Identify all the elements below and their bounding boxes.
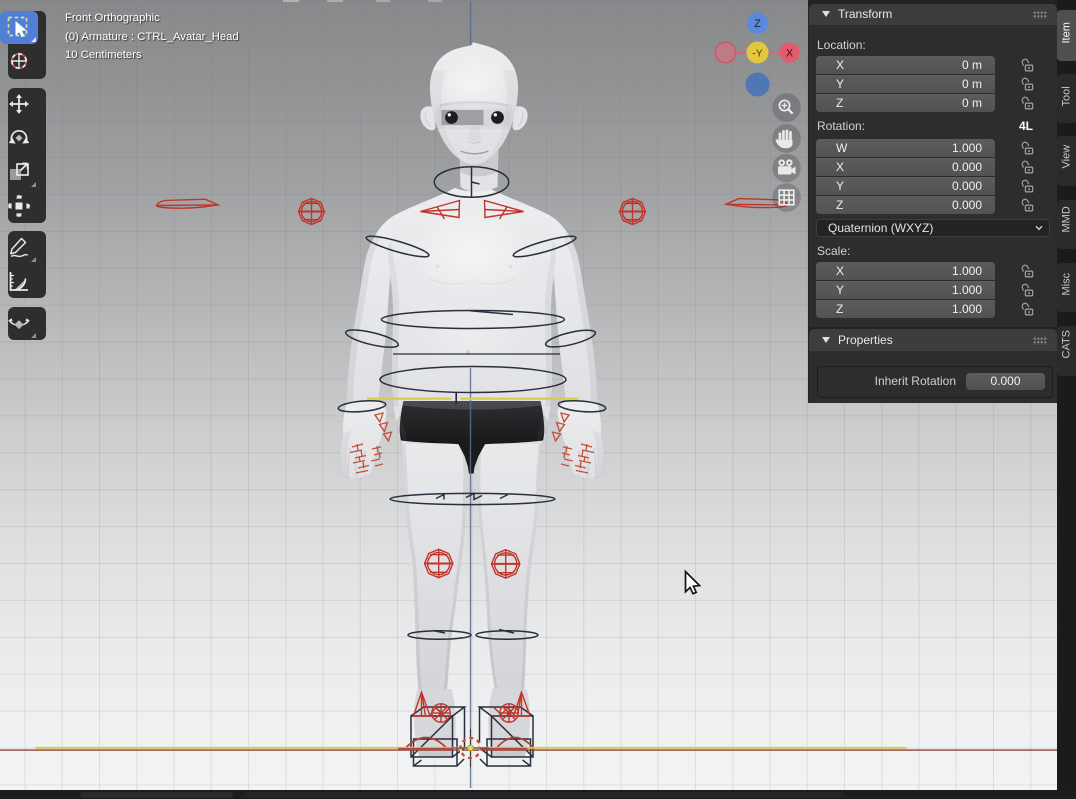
svg-text:X: X [786, 48, 794, 60]
svg-text:-Y: -Y [752, 48, 763, 60]
svg-text:Z: Z [754, 18, 761, 30]
